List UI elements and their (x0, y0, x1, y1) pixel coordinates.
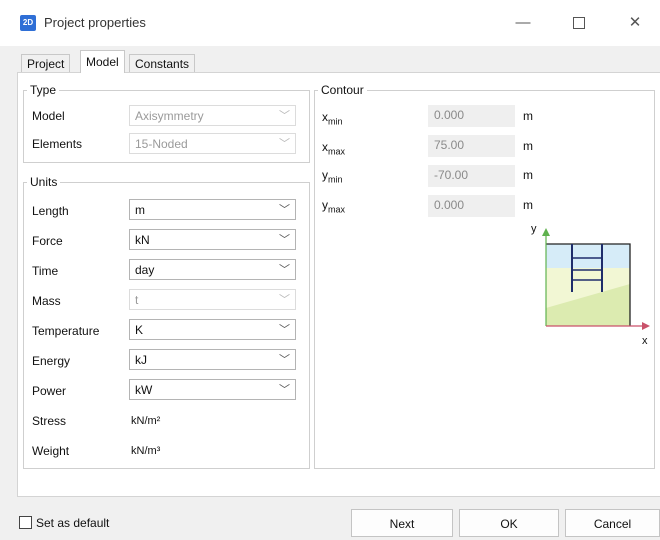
axis-y-label: y (531, 223, 537, 235)
ymin-sub: min (328, 174, 343, 185)
ok-button[interactable]: OK (459, 509, 559, 537)
power-select-value: kW (135, 383, 153, 397)
window-title: Project properties (44, 15, 146, 30)
time-label: Time (32, 264, 59, 278)
time-select-value: day (135, 263, 155, 277)
weight-value: kN/m³ (131, 445, 161, 457)
app-icon: 2D (20, 15, 36, 31)
model-select-value: Axisymmetry (135, 109, 204, 123)
force-select[interactable]: kN ﹀ (129, 229, 296, 250)
close-icon: ✕ (628, 14, 642, 31)
chevron-down-icon: ﹀ (279, 204, 290, 216)
temperature-select-value: K (135, 323, 144, 337)
time-select[interactable]: day ﹀ (129, 259, 296, 280)
mass-label: Mass (32, 294, 61, 308)
xmax-unit: m (523, 139, 533, 153)
elements-select[interactable]: 15-Noded ﹀ (129, 133, 296, 154)
chevron-down-icon: ﹀ (279, 138, 290, 150)
force-select-value: kN (135, 233, 150, 247)
xmax-sub: max (328, 146, 346, 157)
maximize-icon (573, 17, 585, 30)
power-select[interactable]: kW ﹀ (129, 379, 296, 400)
maximize-button[interactable] (556, 8, 602, 38)
tab-project[interactable]: Project (21, 54, 71, 73)
ymax-sub: max (328, 204, 346, 215)
weight-label: Weight (32, 444, 70, 458)
power-label: Power (32, 384, 67, 398)
mass-select-value: t (135, 293, 139, 307)
ymax-label: ymax (322, 197, 345, 217)
model-label: Model (32, 109, 65, 123)
chevron-down-icon: ﹀ (279, 264, 290, 276)
energy-select[interactable]: kJ ﹀ (129, 349, 296, 370)
type-group-title: Type (27, 83, 60, 97)
length-select[interactable]: m ﹀ (129, 199, 296, 220)
minimize-icon: — (515, 14, 531, 31)
xmax-field[interactable]: 75.00 (428, 135, 515, 157)
length-select-value: m (135, 203, 145, 217)
minimize-button[interactable]: — (500, 8, 546, 38)
contour-group-title: Contour (318, 83, 367, 97)
xmin-value: 0.000 (434, 108, 465, 122)
chevron-down-icon: ﹀ (279, 384, 290, 396)
units-group-title: Units (27, 175, 61, 189)
temperature-label: Temperature (32, 324, 100, 338)
water-layer (546, 244, 630, 268)
ymin-label: ymin (322, 167, 343, 187)
chevron-down-icon: ﹀ (279, 324, 290, 336)
set-as-default-label[interactable]: Set as default (36, 515, 109, 531)
stress-label: Stress (32, 414, 67, 428)
model-select[interactable]: Axisymmetry ﹀ (129, 105, 296, 126)
contour-preview: y x (531, 223, 650, 347)
chevron-down-icon: ﹀ (279, 354, 290, 366)
tab-model[interactable]: Model (80, 50, 125, 73)
temperature-select[interactable]: K ﹀ (129, 319, 296, 340)
axis-x-arrow-icon (642, 322, 650, 330)
ymax-unit: m (523, 198, 533, 212)
xmin-unit: m (523, 109, 533, 123)
energy-label: Energy (32, 354, 71, 368)
stress-value: kN/m² (131, 415, 161, 427)
xmin-field[interactable]: 0.000 (428, 105, 515, 127)
mass-select[interactable]: t ﹀ (129, 289, 296, 310)
elements-label: Elements (32, 137, 83, 151)
energy-select-value: kJ (135, 353, 147, 367)
chevron-down-icon: ﹀ (279, 294, 290, 306)
ymin-value: -70.00 (434, 168, 469, 182)
ymax-value: 0.000 (434, 198, 465, 212)
close-button[interactable]: ✕ (612, 8, 658, 38)
chevron-down-icon: ﹀ (279, 110, 290, 122)
tab-constants[interactable]: Constants (129, 54, 196, 73)
ymax-field[interactable]: 0.000 (428, 195, 515, 217)
force-label: Force (32, 234, 63, 248)
length-label: Length (32, 204, 69, 218)
cancel-button[interactable]: Cancel (565, 509, 660, 537)
next-button[interactable]: Next (351, 509, 453, 537)
set-as-default-checkbox[interactable] (19, 516, 32, 529)
axis-x-label: x (642, 335, 648, 347)
chevron-down-icon: ﹀ (279, 234, 290, 246)
xmin-label: xmin (322, 109, 343, 129)
xmax-label: xmax (322, 139, 345, 159)
ymin-unit: m (523, 168, 533, 182)
elements-select-value: 15-Noded (135, 137, 188, 151)
xmin-sub: min (328, 116, 343, 127)
axis-y-arrow-icon (542, 228, 550, 236)
ymin-field[interactable]: -70.00 (428, 165, 515, 187)
xmax-value: 75.00 (434, 138, 465, 152)
